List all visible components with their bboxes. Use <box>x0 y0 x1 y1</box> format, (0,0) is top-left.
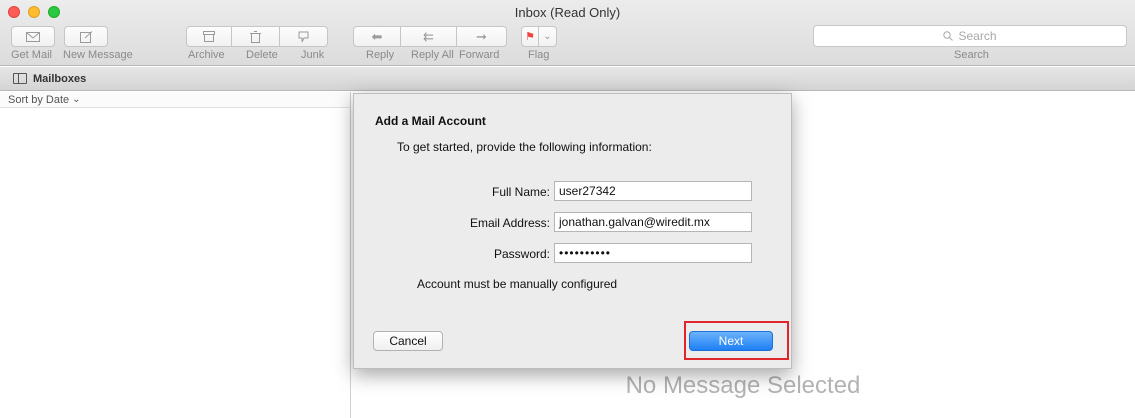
flag-icon: ⚑ <box>525 31 535 43</box>
trash-icon <box>250 30 261 43</box>
full-name-field[interactable]: user27342 <box>554 181 752 201</box>
toolbar: Inbox (Read Only) Get Mail New Message A… <box>0 0 1135 66</box>
window-title: Inbox (Read Only) <box>514 5 621 20</box>
junk-button[interactable] <box>280 26 328 47</box>
reply-button[interactable]: ⬅ <box>353 26 401 47</box>
forward-label: Forward <box>459 49 500 61</box>
flag-menu-button[interactable]: ⌄ <box>539 26 557 47</box>
no-message-selected: No Message Selected <box>625 372 861 399</box>
search-input[interactable]: Search <box>813 25 1127 47</box>
envelope-icon <box>26 31 40 42</box>
reply-label: Reply <box>366 49 395 61</box>
flag-button[interactable]: ⚑ <box>521 26 539 47</box>
next-button-highlight <box>684 321 789 360</box>
new-message-label: New Message <box>63 49 133 61</box>
pane-divider[interactable] <box>350 92 351 418</box>
junk-icon <box>298 31 309 42</box>
dialog-subtitle: To get started, provide the following in… <box>397 140 652 154</box>
search-placeholder: Search <box>958 29 997 43</box>
chevron-down-icon: ⌄ <box>72 94 81 105</box>
cancel-button[interactable]: Cancel <box>373 331 443 351</box>
get-mail-button[interactable] <box>11 26 55 47</box>
password-field[interactable]: •••••••••• <box>554 243 752 263</box>
reply-all-icon: ⇇ <box>423 28 434 44</box>
email-label: Email Address: <box>469 216 550 230</box>
delete-label: Delete <box>246 49 278 61</box>
mailboxes-icon[interactable] <box>13 73 27 84</box>
full-name-label: Full Name: <box>491 185 550 199</box>
forward-button[interactable]: ➞ <box>457 26 507 47</box>
manual-config-note: Account must be manually configured <box>417 277 618 291</box>
password-label: Password: <box>493 247 550 261</box>
new-message-button[interactable] <box>64 26 108 47</box>
delete-button[interactable] <box>232 26 280 47</box>
junk-label: Junk <box>301 49 325 61</box>
archive-label: Archive <box>188 49 225 61</box>
sort-label: Sort by Date <box>8 93 70 106</box>
archive-icon <box>203 31 215 42</box>
get-mail-label: Get Mail <box>11 49 52 61</box>
mailboxes-button[interactable]: Mailboxes <box>33 73 86 85</box>
favorites-bar: Mailboxes <box>0 67 1135 91</box>
chevron-down-icon: ⌄ <box>543 31 552 42</box>
reply-all-label: Reply All <box>411 49 454 61</box>
archive-button[interactable] <box>186 26 232 47</box>
dialog-title: Add a Mail Account <box>375 114 486 128</box>
forward-icon: ➞ <box>476 28 487 44</box>
sort-by-menu[interactable]: Sort by Date ⌄ <box>0 92 351 108</box>
reply-all-button[interactable]: ⇇ <box>401 26 457 47</box>
email-field[interactable]: jonathan.galvan@wiredit.mx <box>554 212 752 232</box>
flag-label: Flag <box>528 49 550 61</box>
search-icon <box>943 31 954 41</box>
compose-icon <box>79 30 92 43</box>
search-label: Search <box>954 49 989 61</box>
reply-icon: ⬅ <box>371 28 383 44</box>
